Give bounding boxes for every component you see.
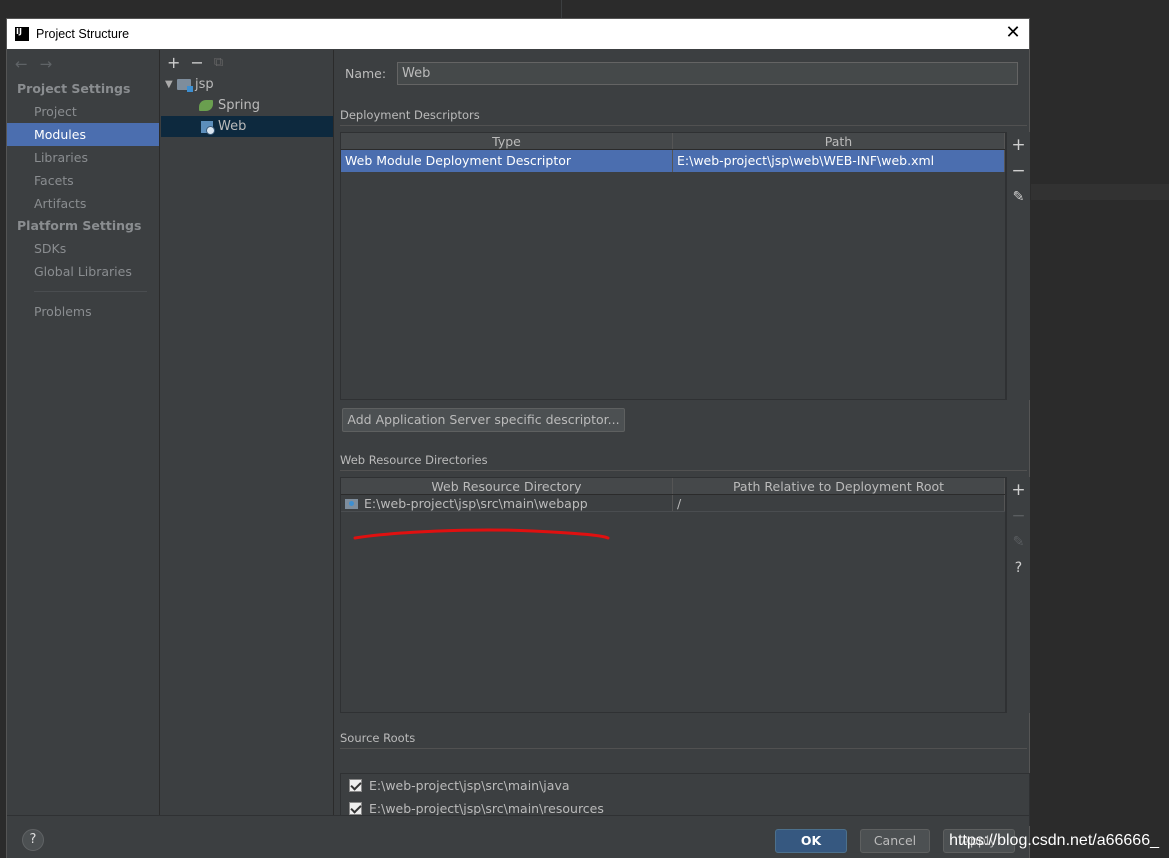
dialog-footer: ? OK Cancel Apply xyxy=(7,815,1029,858)
sidebar-item-facets[interactable]: Facets xyxy=(7,169,159,192)
facet-detail-pane: Name: Deployment Descriptors Type Path W… xyxy=(335,50,1030,826)
table-header: Type Path xyxy=(341,133,1005,150)
web-directory-icon xyxy=(345,499,358,509)
tree-node-label: jsp xyxy=(195,77,214,92)
intellij-logo-icon: IJ xyxy=(15,27,29,41)
web-resource-directories-heading: Web Resource Directories xyxy=(340,453,488,467)
cancel-button[interactable]: Cancel xyxy=(860,829,930,853)
web-resource-directories-table: Web Resource Directory Path Relative to … xyxy=(340,477,1006,713)
ok-button[interactable]: OK xyxy=(775,829,847,853)
column-header-type[interactable]: Type xyxy=(341,133,673,149)
edit-descriptor-icon[interactable]: ✎ xyxy=(1013,184,1025,210)
deployment-descriptors-heading: Deployment Descriptors xyxy=(340,108,480,122)
tree-node-jsp[interactable]: ▼ jsp xyxy=(161,74,333,95)
tree-toolbar: + − ⧉ xyxy=(161,50,333,74)
group-separator xyxy=(340,470,1027,471)
edit-web-resource-icon[interactable]: ✎ xyxy=(1013,529,1025,555)
window-title: Project Structure xyxy=(36,27,130,41)
descriptor-type-cell: Web Module Deployment Descriptor xyxy=(341,150,673,172)
remove-descriptor-icon[interactable]: − xyxy=(1011,158,1025,184)
source-root-path: E:\web-project\jsp\src\main\java xyxy=(369,778,570,793)
ide-background-divider xyxy=(561,0,562,18)
web-facet-icon xyxy=(201,120,215,135)
sidebar-divider xyxy=(34,291,147,292)
table-row[interactable]: E:\web-project\jsp\src\main\webapp / xyxy=(341,495,1005,512)
web-resource-directory-path: E:\web-project\jsp\src\main\webapp xyxy=(364,496,588,511)
nav-arrows: ← → xyxy=(7,50,159,78)
name-label: Name: xyxy=(345,66,387,81)
module-folder-icon xyxy=(177,79,193,92)
tree-node-label: Spring xyxy=(218,98,260,113)
sidebar-item-libraries[interactable]: Libraries xyxy=(7,146,159,169)
source-root-item[interactable]: E:\web-project\jsp\src\main\java xyxy=(341,774,1029,797)
copy-module-icon[interactable]: ⧉ xyxy=(214,55,223,70)
forward-arrow-icon[interactable]: → xyxy=(40,55,53,73)
spring-leaf-icon xyxy=(199,100,213,111)
name-row: Name: xyxy=(345,62,1018,85)
source-root-checkbox[interactable] xyxy=(349,802,362,815)
group-separator xyxy=(340,125,1027,126)
ide-background-strip xyxy=(1031,184,1169,200)
table-header: Web Resource Directory Path Relative to … xyxy=(341,478,1005,495)
red-underline-annotation xyxy=(353,528,610,540)
settings-sidebar: ← → Project Settings Project Modules Lib… xyxy=(7,50,160,815)
descriptor-path-cell: E:\web-project\jsp\web\WEB-INF\web.xml xyxy=(673,150,1005,172)
tree-node-label: Web xyxy=(218,119,247,134)
table-row[interactable]: Web Module Deployment Descriptor E:\web-… xyxy=(341,150,1005,172)
descriptor-side-toolbar: + − ✎ xyxy=(1006,132,1030,400)
facet-name-input[interactable] xyxy=(397,62,1018,85)
sidebar-item-project[interactable]: Project xyxy=(7,100,159,123)
add-descriptor-icon[interactable]: + xyxy=(1011,132,1025,158)
web-resource-directory-cell: E:\web-project\jsp\src\main\webapp xyxy=(341,495,673,511)
watermark-text: https://blog.csdn.net/a66666_ xyxy=(949,832,1159,849)
close-button[interactable]: ✕ xyxy=(1003,23,1023,43)
project-structure-dialog: IJ Project Structure ✕ ← → Project Setti… xyxy=(6,18,1030,858)
source-roots-heading: Source Roots xyxy=(340,731,416,745)
annotation-stroke xyxy=(353,528,610,540)
source-root-checkbox[interactable] xyxy=(349,779,362,792)
add-module-icon[interactable]: + xyxy=(167,53,180,72)
tree-node-web[interactable]: Web xyxy=(161,116,333,137)
project-settings-heading: Project Settings xyxy=(17,81,131,96)
deployment-descriptors-table: Type Path Web Module Deployment Descript… xyxy=(340,132,1006,400)
remove-web-resource-icon[interactable]: − xyxy=(1011,503,1025,529)
sidebar-item-global-libraries[interactable]: Global Libraries xyxy=(7,260,159,283)
remove-module-icon[interactable]: − xyxy=(190,53,203,72)
help-button[interactable]: ? xyxy=(22,829,44,851)
expand-triangle-icon[interactable]: ▼ xyxy=(165,74,177,95)
source-root-path: E:\web-project\jsp\src\main\resources xyxy=(369,801,604,816)
title-bar: IJ Project Structure ✕ xyxy=(7,19,1029,49)
sidebar-item-modules[interactable]: Modules xyxy=(7,123,159,146)
help-icon[interactable]: ? xyxy=(1015,555,1022,581)
column-header-path[interactable]: Path xyxy=(673,133,1005,149)
web-resource-side-toolbar: + − ✎ ? xyxy=(1006,477,1030,713)
column-header-path-relative[interactable]: Path Relative to Deployment Root xyxy=(673,478,1005,494)
add-web-resource-icon[interactable]: + xyxy=(1011,477,1025,503)
module-tree: + − ⧉ ▼ jsp Spring Web xyxy=(161,50,334,815)
column-header-web-resource-directory[interactable]: Web Resource Directory xyxy=(341,478,673,494)
sidebar-item-artifacts[interactable]: Artifacts xyxy=(7,192,159,215)
sidebar-item-sdks[interactable]: SDKs xyxy=(7,237,159,260)
tree-node-spring[interactable]: Spring xyxy=(161,95,333,116)
platform-settings-heading: Platform Settings xyxy=(17,218,142,233)
sidebar-item-problems[interactable]: Problems xyxy=(7,300,159,323)
group-separator xyxy=(340,748,1027,749)
relative-path-cell: / xyxy=(673,495,1005,511)
back-arrow-icon[interactable]: ← xyxy=(15,55,28,73)
add-server-descriptor-button[interactable]: Add Application Server specific descript… xyxy=(342,408,625,432)
